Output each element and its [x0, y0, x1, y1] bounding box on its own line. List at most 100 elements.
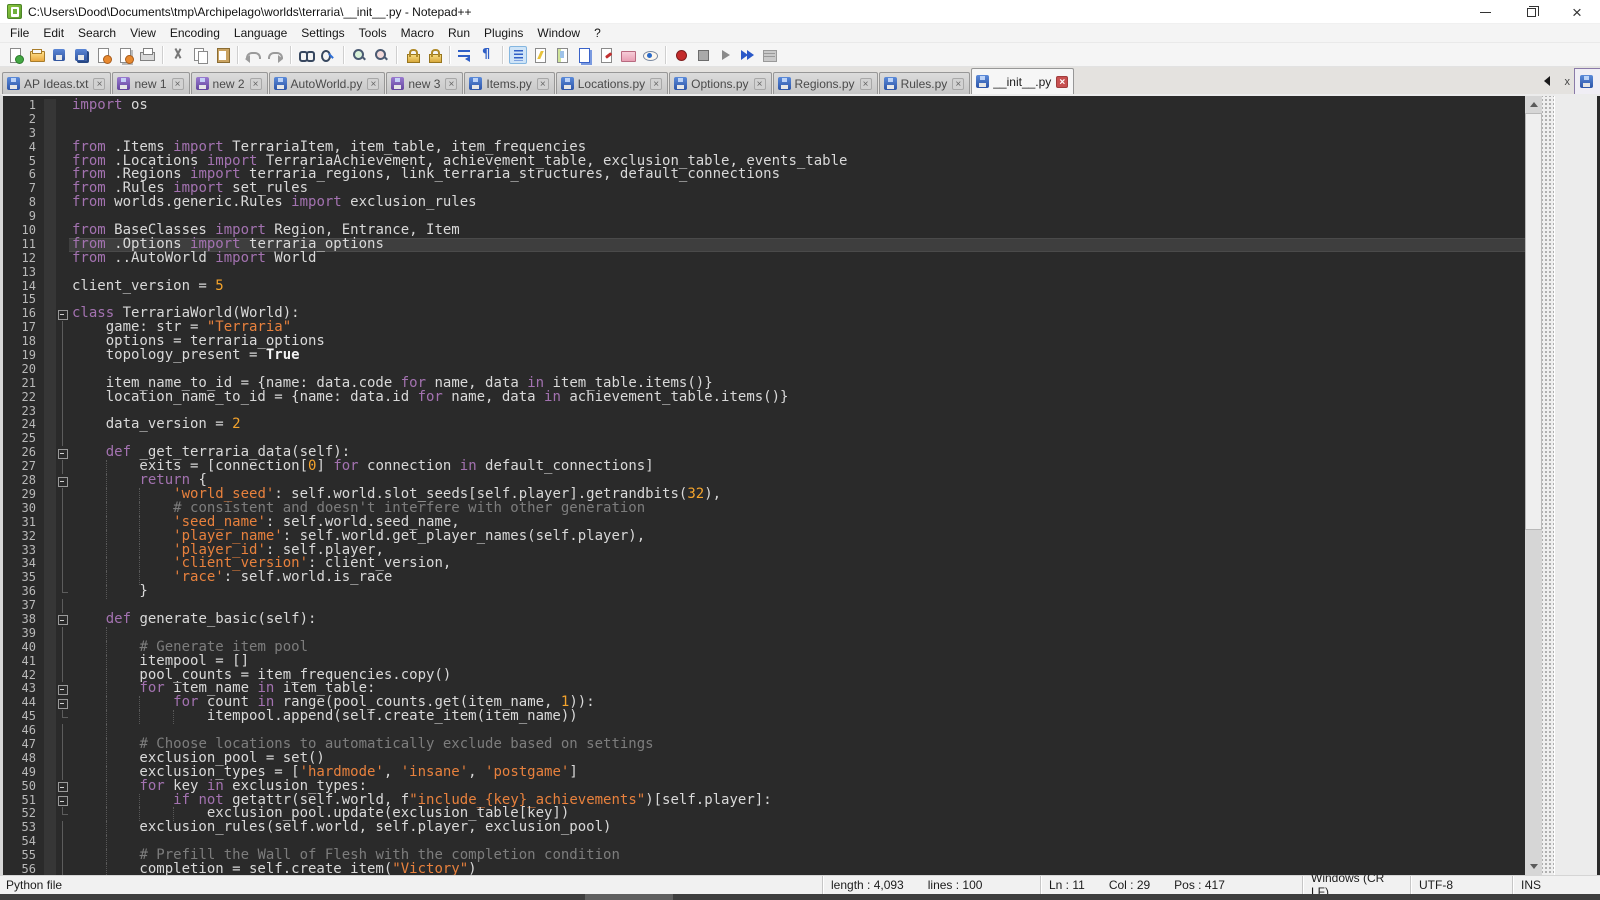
bookmark-margin[interactable]: [44, 141, 56, 155]
tab-close-icon[interactable]: ×: [445, 78, 457, 90]
taskbar-app-button[interactable]: [585, 894, 673, 900]
fold-collapse-icon[interactable]: [56, 682, 69, 696]
macro-play-icon[interactable]: [716, 46, 734, 64]
bookmark-margin[interactable]: [44, 807, 56, 821]
bookmark-margin[interactable]: [44, 321, 56, 335]
bookmark-margin[interactable]: [44, 99, 56, 113]
zoom-out-icon[interactable]: [372, 46, 390, 64]
code-line[interactable]: 22 location_name_to_id = {name: data.id …: [3, 391, 1525, 405]
close-icon[interactable]: [94, 46, 112, 64]
bookmark-margin[interactable]: [44, 530, 56, 544]
paste-icon[interactable]: [213, 46, 231, 64]
bookmark-margin[interactable]: [44, 571, 56, 585]
tab-locations-py[interactable]: Locations.py×: [556, 72, 668, 94]
bookmark-margin[interactable]: [44, 613, 56, 627]
bookmark-margin[interactable]: [44, 710, 56, 724]
redo-icon[interactable]: [266, 46, 284, 64]
fold-collapse-icon[interactable]: [56, 780, 69, 794]
bookmark-margin[interactable]: [44, 349, 56, 363]
tab-close-icon[interactable]: ×: [93, 78, 105, 90]
sync-h-icon[interactable]: [425, 46, 443, 64]
replace-icon[interactable]: [319, 46, 337, 64]
indent-guide-icon[interactable]: [509, 46, 527, 64]
copy-icon[interactable]: [191, 46, 209, 64]
tab-close-icon[interactable]: ×: [367, 78, 379, 90]
bookmark-margin[interactable]: [44, 252, 56, 266]
tab-close-icon[interactable]: ×: [172, 78, 184, 90]
bookmark-margin[interactable]: [44, 488, 56, 502]
bookmark-margin[interactable]: [44, 113, 56, 127]
tab-close-icon[interactable]: ×: [250, 78, 262, 90]
tab-autoworld-py[interactable]: AutoWorld.py×: [269, 72, 386, 94]
bookmark-margin[interactable]: [44, 794, 56, 808]
bookmark-margin[interactable]: [44, 766, 56, 780]
bookmark-margin[interactable]: [44, 391, 56, 405]
tab--init-py[interactable]: __init__.py×: [971, 68, 1074, 94]
bookmark-margin[interactable]: [44, 127, 56, 141]
menu-macro[interactable]: Macro: [394, 24, 441, 42]
menu-window[interactable]: Window: [530, 24, 587, 42]
panel-splitter[interactable]: [1542, 96, 1554, 875]
code-line[interactable]: 2: [3, 113, 1525, 127]
bookmark-margin[interactable]: [44, 557, 56, 571]
code-line[interactable]: 8from worlds.generic.Rules import exclus…: [3, 196, 1525, 210]
new-file-icon[interactable]: [6, 46, 24, 64]
macro-run-multi-icon[interactable]: [738, 46, 756, 64]
bookmark-margin[interactable]: [44, 599, 56, 613]
tab-new-2[interactable]: new 2×: [191, 72, 268, 94]
bookmark-margin[interactable]: [44, 641, 56, 655]
word-wrap-icon[interactable]: [456, 46, 474, 64]
bookmark-margin[interactable]: [44, 446, 56, 460]
bookmark-margin[interactable]: [44, 738, 56, 752]
tab-close-icon[interactable]: ×: [650, 78, 662, 90]
code-line[interactable]: 36 }: [3, 585, 1525, 599]
code-line[interactable]: 12from ..AutoWorld import World: [3, 252, 1525, 266]
status-encoding[interactable]: UTF-8: [1410, 876, 1512, 894]
bookmark-margin[interactable]: [44, 474, 56, 488]
tab-options-py[interactable]: Options.py×: [669, 72, 771, 94]
code-line[interactable]: 38 def generate_basic(self):: [3, 613, 1525, 627]
bookmark-margin[interactable]: [44, 821, 56, 835]
bookmark-margin[interactable]: [44, 210, 56, 224]
bookmark-margin[interactable]: [44, 502, 56, 516]
save-all-icon[interactable]: [72, 46, 90, 64]
tab-ap-ideas-txt[interactable]: AP Ideas.txt×: [2, 72, 111, 94]
tab-items-py[interactable]: Items.py×: [464, 72, 554, 94]
function-list-icon[interactable]: [531, 46, 549, 64]
restore-button[interactable]: [1508, 0, 1554, 24]
code-line[interactable]: 35 'race': self.world.is_race: [3, 571, 1525, 585]
bookmark-margin[interactable]: [44, 293, 56, 307]
bookmark-margin[interactable]: [44, 752, 56, 766]
tab-new-1[interactable]: new 1×: [112, 72, 189, 94]
menu-edit[interactable]: Edit: [36, 24, 71, 42]
code-editor[interactable]: 1import os234from .Items import Terraria…: [3, 96, 1525, 875]
bookmark-margin[interactable]: [44, 585, 56, 599]
bookmark-margin[interactable]: [44, 669, 56, 683]
bookmark-margin[interactable]: [44, 224, 56, 238]
undo-icon[interactable]: [244, 46, 262, 64]
bookmark-margin[interactable]: [44, 405, 56, 419]
macro-stop-icon[interactable]: [694, 46, 712, 64]
fold-collapse-icon[interactable]: [56, 696, 69, 710]
bookmark-margin[interactable]: [44, 835, 56, 849]
bookmark-margin[interactable]: [44, 266, 56, 280]
tab-close-icon[interactable]: ×: [1056, 76, 1068, 88]
code-line[interactable]: 27 exits = [connection[0] for connection…: [3, 460, 1525, 474]
vertical-scrollbar[interactable]: [1525, 96, 1542, 875]
fold-collapse-icon[interactable]: [56, 307, 69, 321]
show-symbols-icon[interactable]: [478, 46, 496, 64]
bookmark-margin[interactable]: [44, 432, 56, 446]
minimize-button[interactable]: [1462, 0, 1508, 24]
status-length[interactable]: length : 4,093 lines : 100: [822, 876, 1040, 894]
tab-close-icon[interactable]: ×: [537, 78, 549, 90]
code-line[interactable]: 14client_version = 5: [3, 280, 1525, 294]
menu-settings[interactable]: Settings: [294, 24, 351, 42]
bookmark-margin[interactable]: [44, 460, 56, 474]
bookmark-margin[interactable]: [44, 627, 56, 641]
macro-save-icon[interactable]: [760, 46, 778, 64]
bookmark-margin[interactable]: [44, 196, 56, 210]
overflow-tab[interactable]: [1574, 68, 1600, 94]
cut-icon[interactable]: [169, 46, 187, 64]
tab-close-icon[interactable]: ×: [754, 78, 766, 90]
doc-list-icon[interactable]: [575, 46, 593, 64]
